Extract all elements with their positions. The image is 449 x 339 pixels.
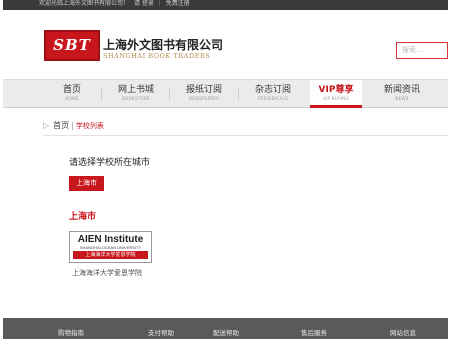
city-prompt: 请选择学校所在城市 xyxy=(69,158,151,168)
main-nav: 首页 HOME 网上书城 BOOKSTORE 报纸订阅 NEWSPAPERS 杂… xyxy=(3,79,448,108)
nav-divider xyxy=(101,87,102,101)
divider xyxy=(43,135,448,136)
city-heading: 上海市 xyxy=(69,212,97,222)
topbar-separator: | xyxy=(158,0,161,7)
footer-link-payment[interactable]: 支付帮助 xyxy=(148,327,174,337)
nav-item-newspapers[interactable]: 报纸订阅 NEWSPAPERS xyxy=(173,80,235,108)
header: SBT 上海外文图书有限公司 SHANGHAI BOOK TRADERS 搜索.… xyxy=(3,10,448,78)
nav-item-news[interactable]: 新闻资讯 NEWS xyxy=(373,80,431,108)
breadcrumb-home[interactable]: 首页 xyxy=(53,121,69,130)
nav-label: 网上书城 xyxy=(117,85,154,95)
breadcrumb-arrow-icon: ▷ xyxy=(43,121,50,130)
nav-sublabel: PERIODICALS xyxy=(258,96,288,101)
nav-sublabel: HOME xyxy=(65,96,79,101)
nav-divider xyxy=(238,87,239,101)
nav-sublabel: BOOKSTORE xyxy=(122,96,150,101)
city-filter-button[interactable]: 上海市 xyxy=(69,176,104,191)
company-name-cn: 上海外文图书有限公司 xyxy=(103,38,224,52)
footer-link-guide[interactable]: 购物指南 xyxy=(58,327,84,337)
footer-link-siteinfo[interactable]: 网站信息 xyxy=(390,327,416,337)
nav-sublabel: NEWSPAPERS xyxy=(188,96,220,101)
register-link[interactable]: 免费注册 xyxy=(166,0,190,7)
school-logo-cn: 上海海洋大学爱恩学院 xyxy=(73,251,148,259)
nav-sublabel: NEWS xyxy=(395,96,409,101)
nav-item-bookstore[interactable]: 网上书城 BOOKSTORE xyxy=(106,80,166,108)
nav-label: 首页 xyxy=(62,85,81,95)
logo-mark[interactable]: SBT xyxy=(44,30,100,61)
nav-label: VIP尊享 xyxy=(318,85,354,95)
nav-sublabel: VIP BUYING xyxy=(323,96,349,101)
school-logo-subtitle: SHANGHAI OCEAN UNIVERSITY xyxy=(79,245,142,250)
footer-link-delivery[interactable]: 配送帮助 xyxy=(213,327,239,337)
nav-item-home[interactable]: 首页 HOME xyxy=(46,80,98,108)
school-logo-title: AIEN Institute xyxy=(77,234,144,245)
top-bar: 欢迎光临上海外文图书有限公司！ 请 登录 | 免费注册 xyxy=(3,0,448,10)
breadcrumb-current: 学校列表 xyxy=(75,122,104,130)
welcome-text: 欢迎光临上海外文图书有限公司！ xyxy=(39,0,130,7)
page: 欢迎光临上海外文图书有限公司！ 请 登录 | 免费注册 SBT 上海外文图书有限… xyxy=(3,0,448,339)
nav-divider xyxy=(169,87,170,101)
nav-label: 报纸订阅 xyxy=(185,85,222,95)
company-name-en: SHANGHAI BOOK TRADERS xyxy=(103,52,211,60)
nav-item-periodicals[interactable]: 杂志订阅 PERIODICALS xyxy=(242,80,304,108)
footer-link-aftersales[interactable]: 售后服务 xyxy=(301,327,327,337)
breadcrumb: ▷ 首页 | 学校列表 xyxy=(43,120,104,131)
school-name-link[interactable]: 上海海洋大学爱恩学院 xyxy=(72,268,142,278)
footer: 购物指南 支付帮助 配送帮助 售后服务 网站信息 xyxy=(3,318,448,339)
search-input[interactable]: 搜索... xyxy=(396,42,448,59)
nav-item-vip[interactable]: VIP尊享 VIP BUYING xyxy=(310,80,362,108)
login-link[interactable]: 请 登录 xyxy=(134,0,154,7)
breadcrumb-separator: | xyxy=(71,121,74,130)
nav-label: 新闻资讯 xyxy=(383,85,420,95)
nav-label: 杂志订阅 xyxy=(254,85,291,95)
school-logo[interactable]: AIEN Institute SHANGHAI OCEAN UNIVERSITY… xyxy=(69,231,152,263)
